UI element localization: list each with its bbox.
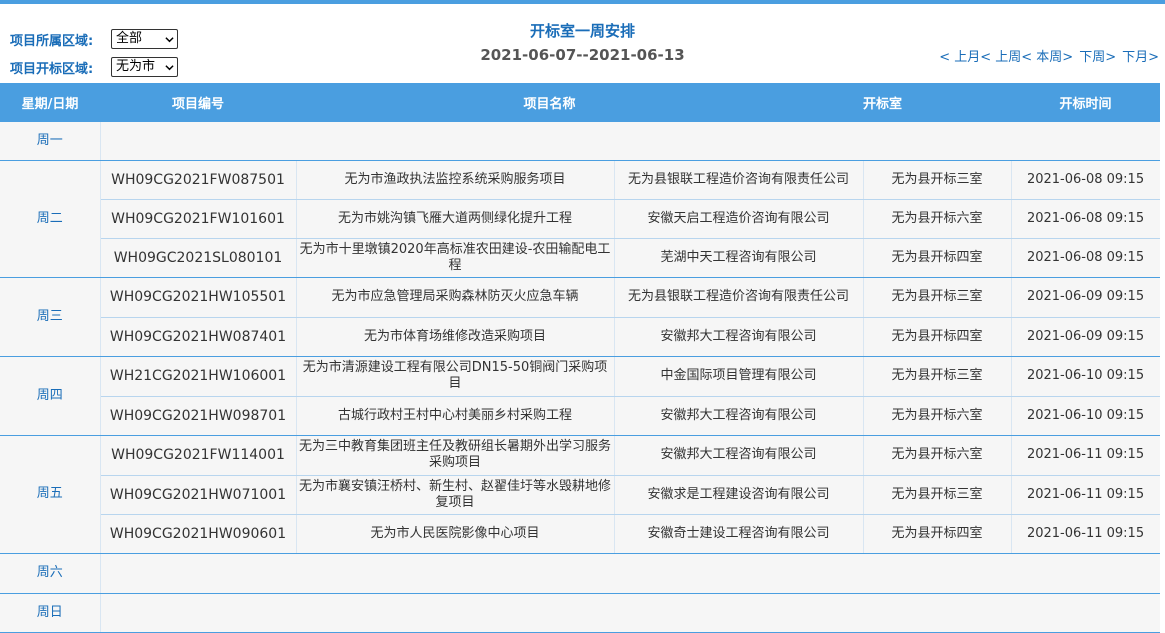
project-name: 无为市渔政执法监控系统采购服务项目 (296, 160, 615, 200)
table-row[interactable]: WH09CG2021HW090601 无为市人民医院影像中心项目 安徽奇士建设工… (0, 514, 1161, 554)
project-name: 无为市姚沟镇飞雁大道两侧绿化提升工程 (296, 199, 615, 239)
page-title: 开标室一周安排 (529, 22, 635, 40)
bid-time: 2021-06-10 09:15 (1011, 356, 1161, 397)
bid-time: 2021-06-09 09:15 (1011, 277, 1161, 318)
agency-name: 中金国际项目管理有限公司 (614, 356, 864, 397)
bid-time: 2021-06-11 09:15 (1011, 475, 1161, 515)
project-code: WH09CG2021FW114001 (100, 435, 297, 476)
project-name: 无为市体育场维修改造采购项目 (296, 317, 615, 357)
next-week-link[interactable]: 下周> (1079, 46, 1116, 65)
prev-week-link[interactable]: < 上周 (980, 46, 1021, 65)
project-name: 无为市人民医院影像中心项目 (296, 514, 615, 554)
table-row: 周六 (0, 553, 1161, 594)
agency-name: 无为县银联工程造价咨询有限责任公司 (614, 160, 864, 200)
table-row[interactable]: WH09CG2021FW101601 无为市姚沟镇飞雁大道两侧绿化提升工程 安徽… (0, 199, 1161, 239)
empty-day-cell (100, 553, 1161, 594)
bid-room: 无为县开标四室 (863, 238, 1012, 278)
project-name: 无为市应急管理局采购森林防灭火应急车辆 (296, 277, 615, 318)
day-cell-fri: 周五 (0, 435, 101, 554)
project-code: WH09CG2021HW105501 (100, 277, 297, 318)
bid-room: 无为县开标六室 (863, 396, 1012, 436)
table-header-row: 星期/日期 项目编号 项目名称 开标室 开标时间 (0, 83, 1161, 122)
empty-day-cell (100, 593, 1161, 633)
bid-room: 无为县开标四室 (863, 317, 1012, 357)
agency-name: 安徽求是工程建设咨询有限公司 (614, 475, 864, 515)
agency-name: 安徽奇士建设工程咨询有限公司 (614, 514, 864, 554)
schedule-table: 星期/日期 项目编号 项目名称 开标室 开标时间 周一 周二 WH09CG202… (0, 83, 1161, 633)
day-cell-tue: 周二 (0, 160, 101, 278)
table-row[interactable]: 周二 WH09CG2021FW087501 无为市渔政执法监控系统采购服务项目 … (0, 160, 1161, 278)
agency-name: 无为县银联工程造价咨询有限责任公司 (614, 277, 864, 318)
bid-time: 2021-06-08 09:15 (1011, 160, 1161, 200)
table-row[interactable]: WH09CG2021HW098701 古城行政村王村中心村美丽乡村采购工程 安徽… (0, 396, 1161, 436)
this-week-link[interactable]: < 本周> (1021, 46, 1073, 65)
project-code: WH09CG2021HW098701 (100, 396, 297, 436)
bid-time: 2021-06-08 09:15 (1011, 238, 1161, 278)
project-name: 无为市十里墩镇2020年高标准农田建设-农田输配电工程 (296, 238, 615, 278)
prev-month-link[interactable]: < 上月 (939, 46, 980, 65)
table-row[interactable]: 周五 WH09CG2021FW114001 无为三中教育集团班主任及教研组长暑期… (0, 435, 1161, 554)
project-code: WH09GC2021SL080101 (100, 238, 297, 278)
agency-name: 安徽天启工程造价咨询有限公司 (614, 199, 864, 239)
col-header-code: 项目编号 (100, 83, 296, 122)
day-cell-mon: 周一 (0, 122, 101, 161)
col-header-time: 开标时间 (1011, 83, 1161, 122)
bid-room: 无为县开标三室 (863, 356, 1012, 397)
project-name: 古城行政村王村中心村美丽乡村采购工程 (296, 396, 615, 436)
week-navigation: < 上月 < 上周 < 本周> 下周> 下月> (939, 46, 1159, 65)
agency-name: 安徽邦大工程咨询有限公司 (614, 317, 864, 357)
project-name: 无为市襄安镇汪桥村、新生村、赵翟佳圩等水毁耕地修复项目 (296, 475, 615, 515)
table-row[interactable]: WH09GC2021SL080101 无为市十里墩镇2020年高标准农田建设-农… (0, 238, 1161, 278)
project-code: WH09CG2021HW090601 (100, 514, 297, 554)
project-code: WH09CG2021HW071001 (100, 475, 297, 515)
bid-time: 2021-06-08 09:15 (1011, 199, 1161, 239)
project-name: 无为市清源建设工程有限公司DN15-50铜阀门采购项目 (296, 356, 615, 397)
top-accent-bar (0, 0, 1165, 4)
bid-room: 无为县开标三室 (863, 475, 1012, 515)
bid-room: 无为县开标六室 (863, 199, 1012, 239)
day-cell-thu: 周四 (0, 356, 101, 436)
project-code: WH21CG2021HW106001 (100, 356, 297, 397)
bid-time: 2021-06-09 09:15 (1011, 317, 1161, 357)
project-code: WH09CG2021HW087401 (100, 317, 297, 357)
day-cell-sun: 周日 (0, 593, 101, 633)
col-header-name: 项目名称 (296, 83, 864, 122)
project-code: WH09CG2021FW087501 (100, 160, 297, 200)
bid-room: 无为县开标三室 (863, 277, 1012, 318)
day-cell-sat: 周六 (0, 553, 101, 594)
bid-room: 无为县开标三室 (863, 160, 1012, 200)
agency-name: 芜湖中天工程咨询有限公司 (614, 238, 864, 278)
next-month-link[interactable]: 下月> (1122, 46, 1159, 65)
col-header-room: 开标室 (863, 83, 1012, 122)
empty-day-cell (100, 122, 1161, 161)
col-header-date: 星期/日期 (0, 83, 100, 122)
table-row[interactable]: 周四 WH21CG2021HW106001 无为市清源建设工程有限公司DN15-… (0, 356, 1161, 436)
bid-time: 2021-06-11 09:15 (1011, 435, 1161, 476)
agency-name: 安徽邦大工程咨询有限公司 (614, 435, 864, 476)
bid-time: 2021-06-10 09:15 (1011, 396, 1161, 436)
table-row[interactable]: 周三 WH09CG2021HW105501 无为市应急管理局采购森林防灭火应急车… (0, 277, 1161, 357)
bid-room: 无为县开标四室 (863, 514, 1012, 554)
project-name: 无为三中教育集团班主任及教研组长暑期外出学习服务采购项目 (296, 435, 615, 476)
table-row[interactable]: WH09CG2021HW071001 无为市襄安镇汪桥村、新生村、赵翟佳圩等水毁… (0, 475, 1161, 515)
agency-name: 安徽邦大工程咨询有限公司 (614, 396, 864, 436)
right-margin (1160, 83, 1165, 633)
table-row[interactable]: WH09CG2021HW087401 无为市体育场维修改造采购项目 安徽邦大工程… (0, 317, 1161, 357)
bid-time: 2021-06-11 09:15 (1011, 514, 1161, 554)
table-row: 周一 (0, 122, 1161, 161)
day-cell-wed: 周三 (0, 277, 101, 357)
table-row: 周日 (0, 593, 1161, 633)
project-code: WH09CG2021FW101601 (100, 199, 297, 239)
bid-room: 无为县开标六室 (863, 435, 1012, 476)
